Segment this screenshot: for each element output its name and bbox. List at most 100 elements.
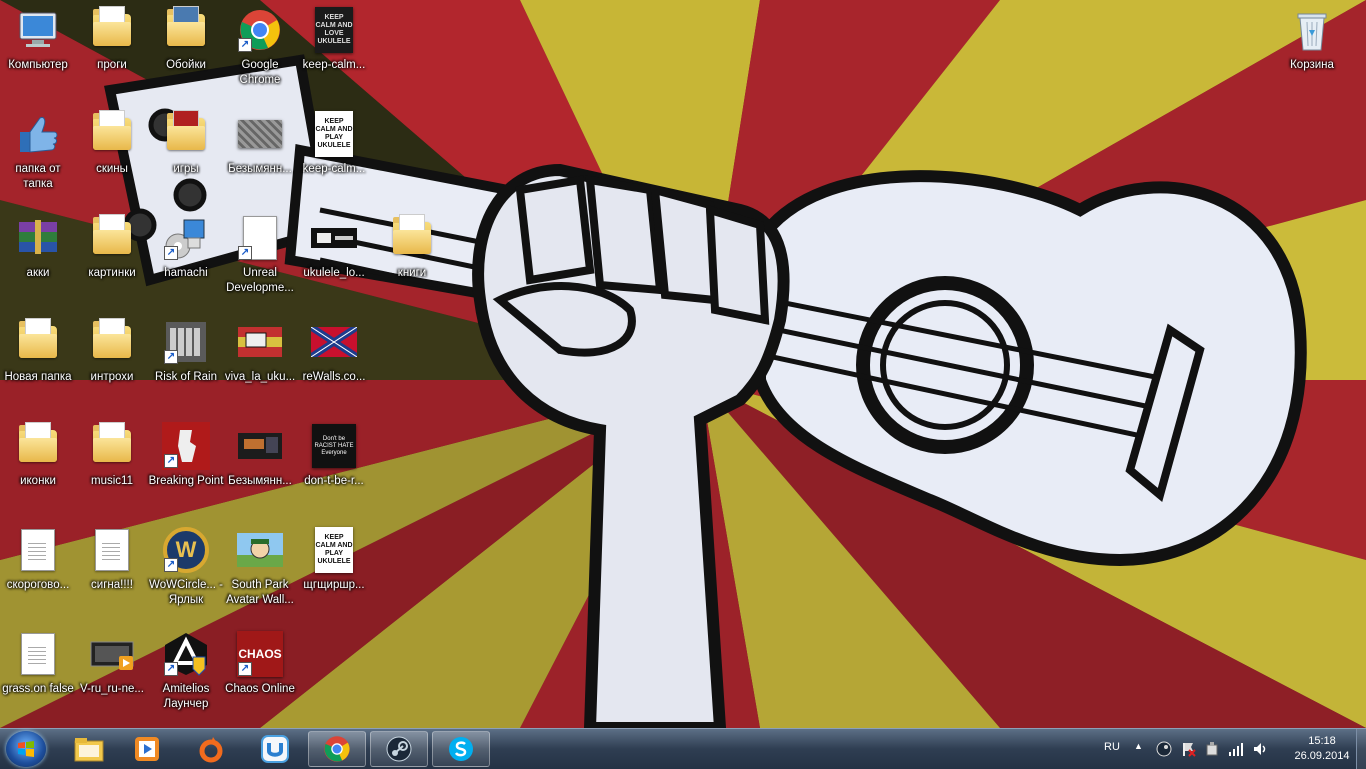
image-thumbnail-icon bbox=[236, 318, 284, 366]
folder-explorer-icon bbox=[74, 738, 104, 762]
taskbar-explorer[interactable] bbox=[62, 731, 116, 767]
taskbar-origin[interactable] bbox=[184, 731, 238, 767]
desktop-icon-game[interactable]: ↗ Amitelios Лаунчер bbox=[148, 624, 224, 724]
language-indicator[interactable]: RU bbox=[1104, 741, 1120, 753]
folder-icon bbox=[88, 110, 136, 158]
desktop-icon-label: Unreal Developme... bbox=[226, 267, 294, 294]
desktop-icon-label: книги bbox=[397, 267, 427, 279]
folder-icon bbox=[88, 422, 136, 470]
folder-icon bbox=[14, 422, 62, 470]
shortcut-arrow-icon: ↗ bbox=[164, 558, 178, 572]
desktop-icon-label: Google Chrome bbox=[239, 59, 281, 86]
volume-icon[interactable] bbox=[1252, 741, 1268, 757]
shortcut-arrow-icon: ↗ bbox=[164, 662, 178, 676]
desktop-icon-folder[interactable]: книги bbox=[374, 208, 450, 308]
action-center-flag-icon[interactable] bbox=[1180, 741, 1196, 757]
desktop-icon-text-file[interactable]: скороговo... bbox=[0, 520, 76, 620]
desktop-icon-computer[interactable]: Компьютер bbox=[0, 0, 76, 100]
desktop-icon-image[interactable]: South Park Avatar Wall... bbox=[222, 520, 298, 620]
taskbar-media-player[interactable] bbox=[120, 731, 174, 767]
desktop-icon-label: Breaking Point bbox=[148, 475, 224, 487]
desktop-icon-image[interactable]: KEEP CALM AND PLAY UKULELE keep-calm... bbox=[296, 104, 372, 204]
desktop-icon-image[interactable]: KEEP CALM AND LOVE UKULELE keep-calm... bbox=[296, 0, 372, 100]
desktop-icon-label: картинки bbox=[88, 267, 136, 279]
chrome-icon: ↗ bbox=[236, 6, 284, 54]
desktop-icon-text-file[interactable]: сигна!!!! bbox=[74, 520, 150, 620]
image-thumbnail-icon: KEEP CALM AND PLAY UKULELE bbox=[310, 526, 358, 574]
start-button[interactable] bbox=[6, 731, 46, 767]
desktop-icon-google-chrome[interactable]: ↗ Google Chrome bbox=[222, 0, 298, 100]
taskbar-uplay[interactable] bbox=[248, 731, 302, 767]
keep-calm-play-thumb: KEEP CALM AND PLAY UKULELE bbox=[315, 527, 353, 573]
desktop-icon-folder[interactable]: игры bbox=[148, 104, 224, 204]
windows-logo-icon bbox=[18, 741, 34, 757]
desktop-icon-folder[interactable]: music11 bbox=[74, 416, 150, 516]
video-file-icon bbox=[88, 630, 136, 678]
desktop-icon-label: don-t-be-r... bbox=[304, 475, 364, 487]
desktop-icon-game[interactable]: CHAOS ↗ Chaos Online bbox=[222, 624, 298, 724]
desktop-icon-image[interactable]: viva_la_uku... bbox=[222, 312, 298, 412]
desktop-icon-unreal[interactable]: ↗ Unreal Developme... bbox=[222, 208, 298, 308]
desktop-icon-image[interactable]: ukulele_lo... bbox=[296, 208, 372, 308]
desktop-icon-label: иконки bbox=[20, 475, 56, 487]
keep-calm-play-thumb: KEEP CALM AND PLAY UKULELE bbox=[315, 111, 353, 157]
desktop-icon-game[interactable]: W ↗ WoWCircle... - Ярлык bbox=[148, 520, 224, 620]
dont-be-racist-thumb: Don't be RACIST HATE Everyone bbox=[312, 424, 356, 468]
folder-icon bbox=[14, 318, 62, 366]
desktop-icon-video[interactable]: V-ru_ru-ne... bbox=[74, 624, 150, 724]
desktop-icon-folder[interactable]: Новая папка bbox=[0, 312, 76, 412]
text-file-icon bbox=[88, 526, 136, 574]
hamachi-installer-icon: ↗ bbox=[162, 214, 210, 262]
taskbar-steam[interactable] bbox=[370, 731, 428, 767]
show-hidden-icons-icon[interactable]: ▲ bbox=[1134, 741, 1143, 751]
desktop-icon-folder[interactable]: интрохи bbox=[74, 312, 150, 412]
text-file-icon bbox=[14, 526, 62, 574]
desktop-icon-label: viva_la_uku... bbox=[224, 371, 296, 383]
show-desktop-button[interactable] bbox=[1356, 729, 1366, 769]
desktop-icon-image[interactable]: reWalls.co... bbox=[296, 312, 372, 412]
risk-of-rain-icon: ↗ bbox=[162, 318, 210, 366]
desktop-icon-folder[interactable]: картинки bbox=[74, 208, 150, 308]
desktop-icon-image[interactable]: Don't be RACIST HATE Everyone don-t-be-r… bbox=[296, 416, 372, 516]
desktop-icon-folder[interactable]: папка от тапка bbox=[0, 104, 76, 204]
desktop-icon-folder[interactable]: проги bbox=[74, 0, 150, 100]
desktop-icon-label: скины bbox=[96, 163, 128, 175]
desktop-icon-image[interactable]: Безымянн... bbox=[222, 416, 298, 516]
desktop-icon-label: интрохи bbox=[90, 371, 134, 383]
desktop-icon-image[interactable]: Безымянн... bbox=[222, 104, 298, 204]
image-thumbnail-icon bbox=[236, 422, 284, 470]
thumbs-up-icon bbox=[14, 110, 62, 158]
desktop-icon-label: Корзина bbox=[1290, 59, 1334, 71]
desktop-icon-game[interactable]: ↗ Breaking Point bbox=[148, 416, 224, 516]
shortcut-arrow-icon: ↗ bbox=[238, 246, 252, 260]
desktop-icon-recycle-bin[interactable]: Корзина bbox=[1274, 0, 1350, 100]
system-clock[interactable]: 15:18 26.09.2014 bbox=[1290, 734, 1354, 764]
folder-icon bbox=[88, 214, 136, 262]
shortcut-arrow-icon: ↗ bbox=[238, 662, 252, 676]
desktop-icon-label: папка от тапка bbox=[15, 163, 61, 190]
desktop-icon-text-file[interactable]: grass.on false bbox=[0, 624, 76, 724]
desktop-icon-label: keep-calm... bbox=[302, 59, 366, 71]
desktop-icon-folder[interactable]: скины bbox=[74, 104, 150, 204]
taskbar-skype[interactable] bbox=[432, 731, 490, 767]
desktop-icon-folder[interactable]: Обойки bbox=[148, 0, 224, 100]
taskbar-google-chrome[interactable] bbox=[308, 731, 366, 767]
breaking-point-icon: ↗ bbox=[162, 422, 210, 470]
shortcut-arrow-icon: ↗ bbox=[238, 38, 252, 52]
desktop-icon-hamachi[interactable]: ↗ hamachi bbox=[148, 208, 224, 308]
clock-date: 26.09.2014 bbox=[1294, 750, 1350, 762]
shortcut-arrow-icon: ↗ bbox=[164, 350, 178, 364]
desktop-icon-game[interactable]: ↗ Risk of Rain bbox=[148, 312, 224, 412]
desktop-icon-label: grass.on false bbox=[2, 683, 74, 695]
steam-tray-icon[interactable] bbox=[1156, 741, 1172, 757]
desktop-icon-label: music11 bbox=[91, 475, 133, 487]
amitelios-launcher-icon: ↗ bbox=[162, 630, 210, 678]
image-thumbnail-icon bbox=[236, 110, 284, 158]
usb-device-icon[interactable] bbox=[1204, 741, 1220, 757]
desktop-icon-archive[interactable]: акки bbox=[0, 208, 76, 308]
taskbar: RU ▲ 15:18 26.09.2014 bbox=[0, 728, 1366, 769]
desktop-icon-label: ukulele_lo... bbox=[303, 267, 365, 279]
desktop-icon-folder[interactable]: иконки bbox=[0, 416, 76, 516]
network-signal-icon[interactable] bbox=[1228, 741, 1244, 757]
desktop-icon-image[interactable]: KEEP CALM AND PLAY UKULELE щгщиршр... bbox=[296, 520, 372, 620]
